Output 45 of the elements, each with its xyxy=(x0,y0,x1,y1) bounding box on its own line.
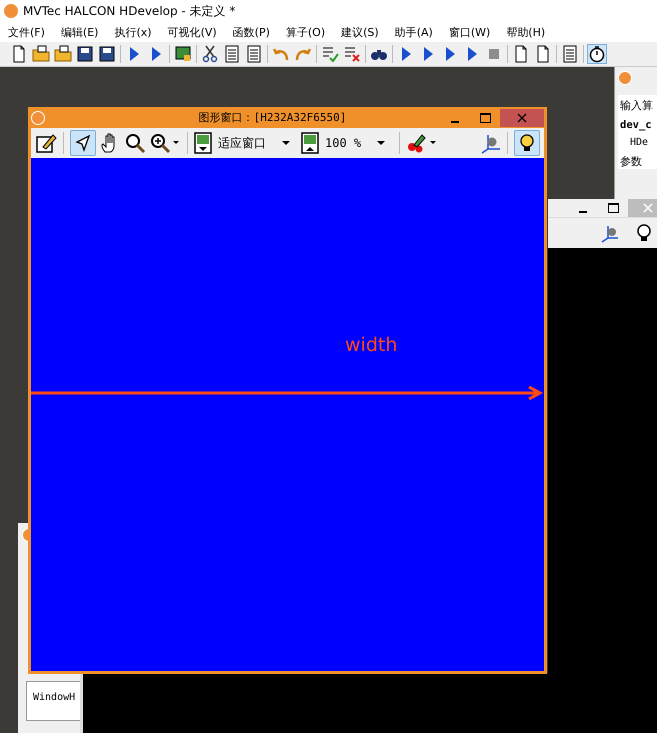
canvas-label: width xyxy=(345,334,398,356)
menu-item[interactable]: 助手(A) xyxy=(386,24,441,40)
menu-item[interactable]: 执行(x) xyxy=(106,24,160,40)
operator-name: dev_c xyxy=(620,119,653,131)
menu-item[interactable]: 算子(O) xyxy=(278,24,334,40)
operator-description: HDe xyxy=(629,137,650,148)
zoom-mode-dropdown[interactable]: 适应窗口 xyxy=(194,132,290,154)
edit-icon[interactable] xyxy=(35,132,57,154)
app-logo-icon xyxy=(618,71,632,85)
fit-window-icon xyxy=(194,132,214,154)
search-icon[interactable] xyxy=(124,132,146,154)
variable-item[interactable]: WindowH xyxy=(33,692,76,703)
delete-list-icon[interactable] xyxy=(343,45,361,63)
menu-item[interactable]: 窗口(W) xyxy=(440,24,498,40)
window-title: MVTec HALCON HDevelop - 未定义 * xyxy=(23,2,236,20)
image-icon[interactable] xyxy=(174,45,192,63)
app-logo-icon xyxy=(3,3,19,19)
pointer-icon xyxy=(73,133,93,153)
menu-item[interactable]: 建议(S) xyxy=(333,24,387,40)
section-label: 参数 xyxy=(620,154,643,169)
menu-item[interactable]: 文件(F) xyxy=(0,24,53,40)
menu-item[interactable]: 可视化(V) xyxy=(160,24,225,40)
save-icon[interactable] xyxy=(76,45,94,63)
stopwatch-icon[interactable] xyxy=(588,45,606,63)
paint-icon[interactable] xyxy=(406,132,438,154)
menu-item[interactable]: 帮助(H) xyxy=(498,24,554,40)
axes-icon[interactable] xyxy=(600,223,620,243)
app-logo-icon xyxy=(31,110,45,124)
axes-icon[interactable] xyxy=(479,132,501,154)
menu-item[interactable]: 编辑(E) xyxy=(52,24,106,40)
panel-heading: 输入算 xyxy=(620,98,654,113)
save-all-icon[interactable] xyxy=(98,45,116,63)
menu-item[interactable]: 函数(P) xyxy=(224,24,278,40)
lightbulb-button[interactable] xyxy=(514,130,540,156)
close-icon[interactable] xyxy=(500,108,544,126)
pointer-tool-button[interactable] xyxy=(70,130,96,156)
window-title: 图形窗口：[H232A32F6550] xyxy=(198,110,348,125)
zoom-percent-dropdown[interactable]: 100 % xyxy=(301,132,386,154)
zoom-in-icon[interactable] xyxy=(149,132,181,154)
cut-icon[interactable] xyxy=(201,45,219,63)
open-folder-icon[interactable] xyxy=(32,45,50,63)
image-zoom-icon xyxy=(301,132,321,154)
check-list-icon[interactable] xyxy=(321,45,339,63)
folder-icon[interactable] xyxy=(54,45,72,63)
notes-icon[interactable] xyxy=(561,45,579,63)
